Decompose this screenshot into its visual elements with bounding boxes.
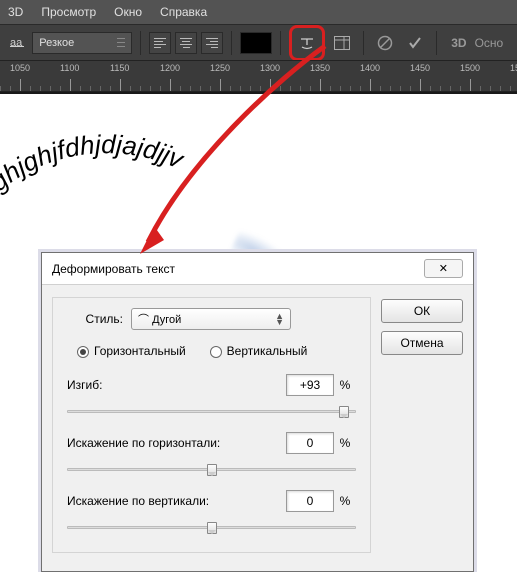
vdist-slider[interactable] [67, 518, 356, 536]
divider [140, 31, 141, 55]
bend-slider[interactable] [67, 402, 356, 420]
menu-bar: 3D Просмотр Окно Справка [0, 0, 517, 24]
ok-button[interactable]: ОК [381, 299, 463, 323]
cancel-icon[interactable] [372, 30, 398, 56]
trailing-label: Осно [475, 36, 504, 50]
select-arrows-icon: ▲▼ [275, 313, 284, 325]
unit-label: % [334, 436, 356, 450]
unit-label: % [334, 494, 356, 508]
style-select[interactable]: ⌒ Дугой ▲▼ [131, 308, 291, 330]
select-scrubber-icon [117, 34, 125, 52]
vdist-input[interactable] [286, 490, 334, 512]
ruler: 1000105011001150120012501300135014001450… [0, 60, 517, 92]
divider [436, 31, 437, 55]
divider [363, 31, 364, 55]
warp-text-icon [298, 34, 316, 52]
antialiasing-select[interactable]: Резкое [32, 32, 132, 54]
svg-text:djghjghjfdhjdjajdjjv: djghjghjfdhjdjajdjjv [0, 132, 190, 211]
tool-options-bar: aа Резкое 3D Осно [0, 24, 517, 60]
dialog-close-button[interactable]: ✕ [424, 259, 463, 278]
aa-icon[interactable]: aа [4, 37, 28, 49]
bend-input[interactable] [286, 374, 334, 396]
3d-label[interactable]: 3D [451, 36, 466, 50]
vdist-label: Искажение по вертикали: [67, 494, 286, 508]
bend-label: Изгиб: [67, 378, 286, 392]
antialiasing-value: Резкое [39, 37, 74, 49]
align-right-button[interactable] [201, 32, 223, 54]
radio-vertical[interactable]: Вертикальный [210, 344, 308, 358]
panels-toggle-button[interactable] [329, 30, 355, 56]
menu-view[interactable]: Просмотр [41, 5, 96, 19]
divider [231, 31, 232, 55]
hdist-label: Искажение по горизонтали: [67, 436, 286, 450]
radio-horizontal[interactable]: Горизонтальный [77, 344, 186, 358]
menu-3d[interactable]: 3D [8, 5, 23, 19]
warp-text-dialog: Деформировать текст ✕ Стиль: ⌒ Дугой ▲▼ … [41, 252, 474, 572]
align-left-button[interactable] [149, 32, 171, 54]
hdist-slider[interactable] [67, 460, 356, 478]
style-label: Стиль: [67, 312, 123, 326]
unit-label: % [334, 378, 356, 392]
style-arc-icon: ⌒ Дугой [138, 311, 181, 327]
menu-window[interactable]: Окно [114, 5, 142, 19]
hdist-input[interactable] [286, 432, 334, 454]
canvas[interactable]: djghjghjfdhjdjajdjjv [0, 94, 517, 252]
cancel-button[interactable]: Отмена [381, 331, 463, 355]
warp-text-button[interactable] [289, 25, 325, 61]
commit-icon[interactable] [402, 30, 428, 56]
dialog-title-text: Деформировать текст [52, 262, 175, 276]
divider [280, 31, 281, 55]
text-color-swatch[interactable] [240, 32, 272, 54]
dialog-titlebar[interactable]: Деформировать текст ✕ [42, 253, 473, 285]
dialog-main-panel: Стиль: ⌒ Дугой ▲▼ Горизонтальный Вертика… [52, 297, 371, 553]
menu-help[interactable]: Справка [160, 5, 207, 19]
align-center-button[interactable] [175, 32, 197, 54]
